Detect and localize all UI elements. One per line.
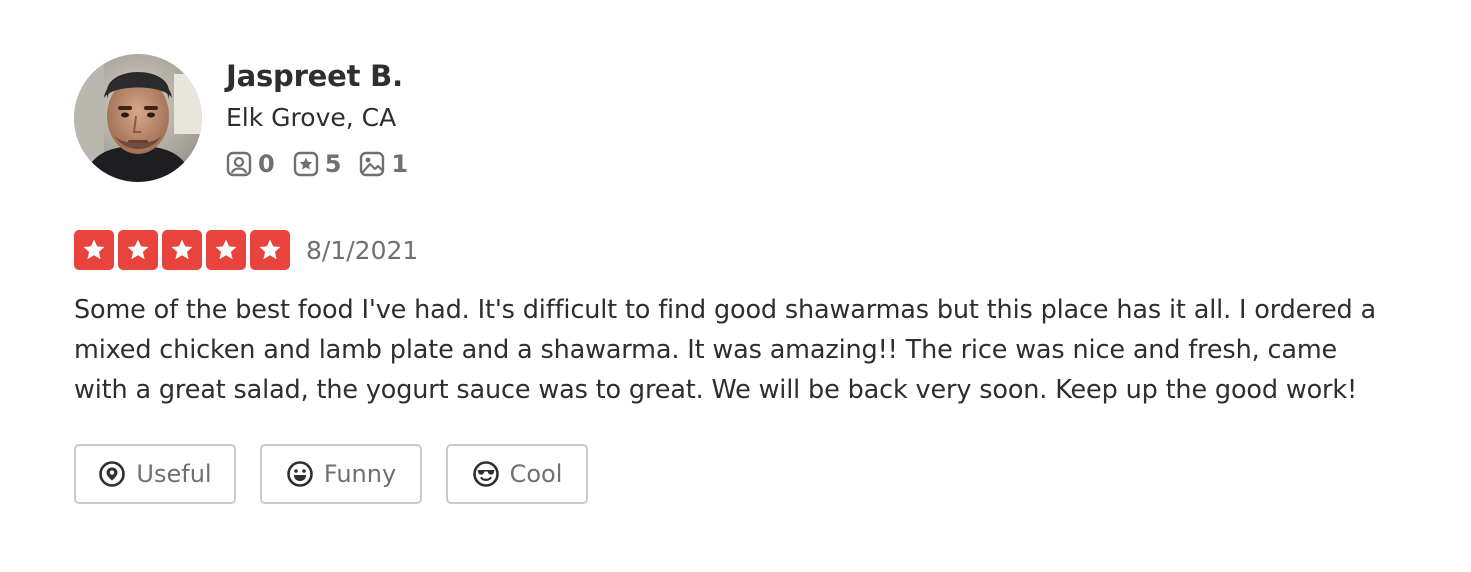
star-rating	[74, 230, 294, 270]
useful-icon	[98, 460, 136, 488]
cool-icon	[472, 460, 510, 488]
reviews-star-icon	[293, 151, 319, 177]
friends-icon	[226, 151, 252, 177]
photos-icon	[359, 151, 385, 177]
user-stats: 0 5 1	[226, 144, 426, 184]
user-info: Jaspreet B. Elk Grove, CA 0 5 1	[226, 54, 426, 184]
photos-count: 1	[391, 150, 409, 178]
avatar[interactable]	[74, 54, 202, 182]
star-icon	[250, 230, 290, 270]
review-date: 8/1/2021	[306, 235, 419, 265]
friends-stat: 0	[226, 150, 275, 178]
star-icon	[162, 230, 202, 270]
funny-icon	[286, 460, 324, 488]
review-text: Some of the best food I've had. It's dif…	[74, 295, 1376, 405]
photos-stat: 1	[359, 150, 408, 178]
reaction-buttons: Useful Funny Cool	[74, 444, 1414, 504]
user-location: Elk Grove, CA	[226, 103, 397, 132]
funny-label: Funny	[323, 460, 397, 488]
user-passport: Jaspreet B. Elk Grove, CA 0 5 1	[74, 54, 1414, 184]
star-icon	[118, 230, 158, 270]
reviews-stat: 5	[293, 150, 342, 178]
star-icon	[74, 230, 114, 270]
reviews-count: 5	[324, 150, 342, 178]
friends-count: 0	[258, 150, 275, 178]
review-card: Jaspreet B. Elk Grove, CA 0 5 1 8/1/2021…	[74, 54, 1414, 504]
useful-label: Useful	[136, 460, 212, 488]
useful-button[interactable]: Useful	[74, 444, 236, 504]
user-name[interactable]: Jaspreet B.	[226, 56, 426, 96]
cool-label: Cool	[509, 460, 563, 488]
funny-button[interactable]: Funny	[260, 444, 422, 504]
cool-button[interactable]: Cool	[446, 444, 588, 504]
star-icon	[206, 230, 246, 270]
rating-row: 8/1/2021	[74, 230, 1414, 270]
